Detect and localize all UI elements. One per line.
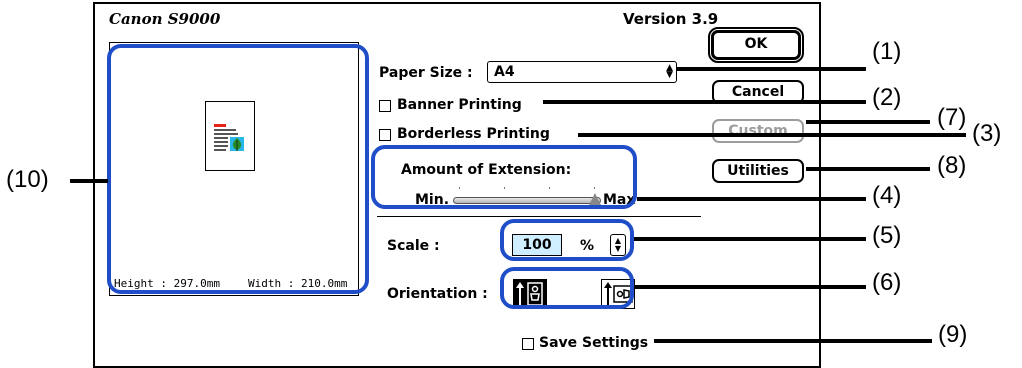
save-settings-label: Save Settings [539,335,649,351]
callout-number: (8) [937,152,967,179]
paper-size-label: Paper Size : [379,65,473,81]
callout-box-extension [371,145,637,209]
callout-number: (1) [872,38,902,65]
callout-number: (7) [937,104,967,131]
scale-label: Scale : [387,238,440,254]
callout-number: (3) [972,120,1002,147]
figure-canvas: { "dialog": { "brand": "Canon S9000", "v… [0,0,1022,368]
leader-line-3 [578,133,966,137]
callout-number: (6) [872,269,902,296]
leader-line-10 [70,179,108,183]
ok-button[interactable]: OK [711,30,801,60]
leader-line-2 [543,100,866,104]
callout-number: (4) [872,182,902,209]
custom-button[interactable]: Custom [712,119,804,143]
banner-printing-label: Banner Printing [397,97,522,113]
callout-number: (9) [938,321,968,348]
leader-line-9 [654,339,932,343]
leader-line-8 [806,167,930,171]
leader-line-5 [634,237,866,241]
borderless-printing-checkbox[interactable] [379,129,391,141]
callout-box-orientation [500,267,634,309]
version-label: Version 3.9 [623,10,719,28]
callout-number: (2) [872,84,902,111]
banner-printing-checkbox[interactable] [379,100,391,112]
borderless-printing-label: Borderless Printing [397,126,550,142]
leader-line-7 [806,120,930,124]
utilities-button[interactable]: Utilities [712,159,804,183]
leader-line-6 [634,285,866,289]
callout-number: (5) [872,222,902,249]
leader-line-1 [676,67,866,71]
updown-arrows-icon: ▲ ▼ [666,63,673,80]
callout-number: (10) [6,166,49,193]
save-settings-checkbox[interactable] [522,338,534,350]
orientation-label: Orientation : [387,286,488,302]
divider [377,216,701,217]
callout-box-preview [107,44,369,294]
paper-size-select[interactable]: A4 ▲ ▼ [487,61,677,83]
callout-box-scale [500,219,634,261]
brand-title: Canon S9000 [109,10,221,28]
paper-size-value: A4 [494,64,515,80]
leader-line-4 [637,197,866,201]
